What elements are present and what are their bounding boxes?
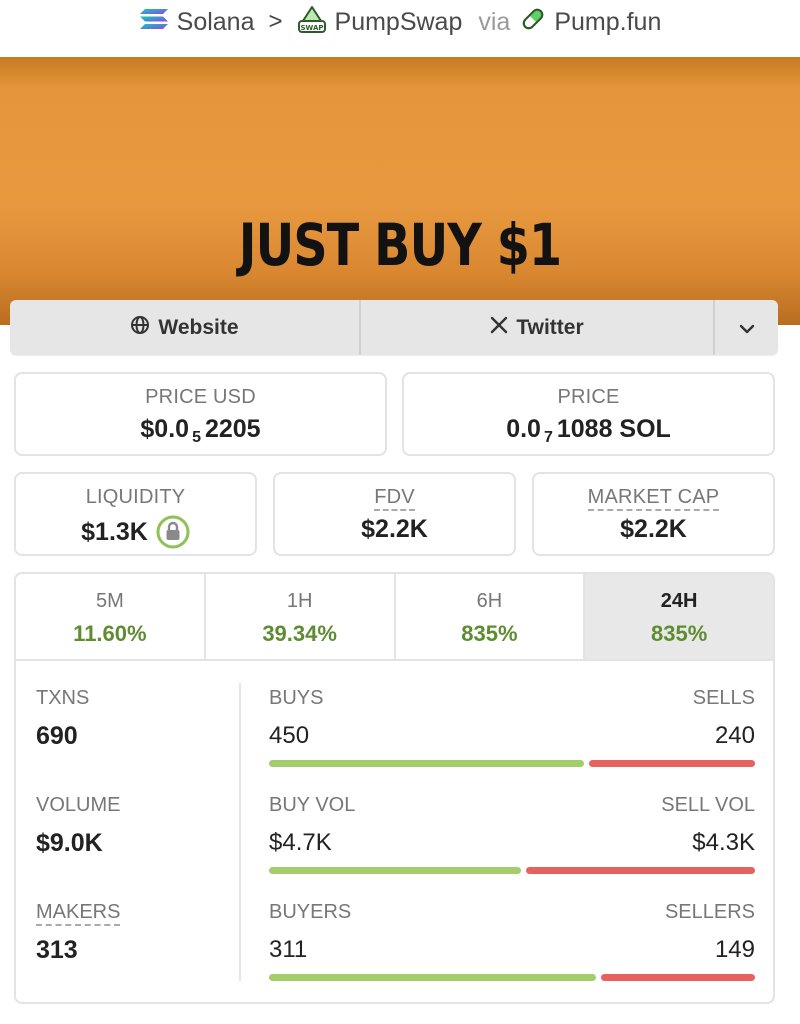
stats-panel: 5M 11.60% 1H 39.34% 6H 835% 24H 835% TXN…: [14, 572, 775, 1004]
more-links-button[interactable]: [715, 300, 778, 355]
buyers-label: BUYERS: [269, 901, 352, 923]
tab-24h[interactable]: 24H 835%: [585, 574, 773, 659]
tab-5m[interactable]: 5M 11.60%: [16, 574, 206, 659]
twitter-button[interactable]: Twitter: [361, 300, 715, 355]
tab-change: 835%: [461, 621, 518, 646]
banner-text: JUST BUY $1: [238, 211, 562, 279]
txns-block: TXNS 690: [36, 687, 89, 751]
liquidity-value-row: $1.3K: [16, 515, 255, 549]
price-usd-prefix: $0.0: [140, 415, 190, 443]
breadcrumb-separator: >: [268, 8, 283, 35]
launchpad-name: Pump.fun: [554, 7, 662, 36]
txns-ratio-bar: [269, 760, 755, 768]
price-native-label: PRICE: [557, 386, 620, 408]
website-button[interactable]: Website: [10, 300, 361, 355]
price-usd-zero-count: 5: [192, 428, 201, 446]
price-usd-label: PRICE USD: [145, 386, 256, 408]
buys-label: BUYS: [269, 687, 324, 709]
chain-link[interactable]: Solana: [139, 7, 255, 38]
column-divider: [239, 683, 241, 981]
market-cap-label: MARKET CAP: [587, 486, 720, 511]
txns-split: BUYS SELLS 450 240: [269, 687, 755, 768]
price-usd-digits: 2205: [204, 415, 261, 443]
fdv-value: $2.2K: [361, 515, 428, 543]
liquidity-card: LIQUIDITY $1.3K: [14, 472, 257, 556]
tab-change: 11.60%: [73, 621, 147, 646]
sell-bar: [600, 974, 755, 981]
tab-change: 835%: [650, 621, 708, 646]
price-native-zero-count: 7: [543, 428, 553, 446]
sellers-value: 149: [714, 936, 755, 963]
sell-vol-label: SELL VOL: [661, 794, 755, 816]
makers-split: BUYERS SELLERS 311 149: [269, 901, 755, 982]
pumpswap-icon-text: SWAP: [300, 24, 323, 32]
tab-1h[interactable]: 1H 39.34%: [206, 574, 396, 659]
fdv-card[interactable]: FDV $2.2K: [273, 472, 516, 556]
buy-bar: [269, 760, 584, 767]
price-native-value: 0.0 7 1088 SOL: [404, 415, 773, 446]
makers-value: 313: [36, 936, 78, 964]
liquidity-label: LIQUIDITY: [85, 486, 186, 508]
txns-label: TXNS: [36, 687, 90, 709]
pumpswap-icon: SWAP: [297, 4, 327, 41]
dex-link[interactable]: SWAP PumpSwap: [297, 4, 463, 41]
tab-label: 5M: [95, 590, 124, 612]
sell-bar: [588, 760, 755, 767]
sellers-label: SELLERS: [664, 901, 755, 923]
breadcrumb: Solana > SWAP PumpSwap via Pump.fun: [0, 0, 800, 44]
website-label: Website: [158, 315, 239, 339]
sells-value: 240: [714, 722, 755, 749]
tab-change: 39.34%: [262, 621, 337, 646]
tab-label: 24H: [660, 590, 698, 612]
timeframe-tabs: 5M 11.60% 1H 39.34% 6H 835% 24H 835%: [16, 574, 773, 661]
token-banner: JUST BUY $1: [0, 57, 800, 325]
sell-vol-value: $4.3K: [692, 829, 755, 856]
buy-vol-label: BUY VOL: [269, 794, 356, 816]
volume-split: BUY VOL SELL VOL $4.7K $4.3K: [269, 794, 755, 875]
buy-bar: [269, 867, 521, 874]
chain-name: Solana: [176, 7, 255, 36]
tab-6h[interactable]: 6H 835%: [396, 574, 586, 659]
dex-name: PumpSwap: [334, 7, 463, 36]
txns-value: 690: [36, 722, 78, 750]
tab-label: 6H: [476, 590, 503, 612]
price-usd-value: $0.0 5 2205: [16, 415, 385, 446]
makers-ratio-bar: [269, 974, 755, 982]
x-icon: [490, 316, 508, 340]
sells-label: SELLS: [692, 687, 755, 709]
globe-icon: [130, 315, 150, 341]
volume-block: VOLUME $9.0K: [36, 794, 120, 858]
sell-bar: [525, 867, 755, 874]
buy-bar: [269, 974, 596, 981]
makers-label: MAKERS: [36, 901, 121, 926]
links-bar: Website Twitter: [10, 300, 778, 355]
tab-label: 1H: [286, 590, 313, 612]
buys-value: 450: [269, 722, 310, 749]
price-native-card: PRICE 0.0 7 1088 SOL: [402, 372, 775, 456]
volume-value: $9.0K: [36, 829, 103, 857]
price-native-prefix: 0.0: [506, 415, 541, 443]
via-label: via: [478, 7, 511, 36]
launchpad-link[interactable]: Pump.fun: [520, 6, 661, 39]
price-native-digits: 1088 SOL: [556, 415, 671, 443]
buy-vol-value: $4.7K: [269, 829, 332, 856]
price-usd-card: PRICE USD $0.0 5 2205: [14, 372, 387, 456]
volume-ratio-bar: [269, 867, 755, 875]
twitter-label: Twitter: [516, 315, 584, 339]
buyers-value: 311: [269, 936, 308, 963]
liquidity-value: $1.3K: [81, 517, 148, 546]
fdv-label: FDV: [374, 486, 415, 511]
chevron-down-icon: [739, 316, 755, 340]
solana-icon: [139, 7, 169, 38]
pumpfun-pill-icon: [520, 6, 546, 39]
makers-block: MAKERS 313: [36, 901, 121, 965]
lock-icon[interactable]: [156, 515, 190, 549]
market-cap-card[interactable]: MARKET CAP $2.2K: [532, 472, 775, 556]
volume-label: VOLUME: [36, 794, 121, 816]
market-cap-value: $2.2K: [620, 515, 687, 543]
